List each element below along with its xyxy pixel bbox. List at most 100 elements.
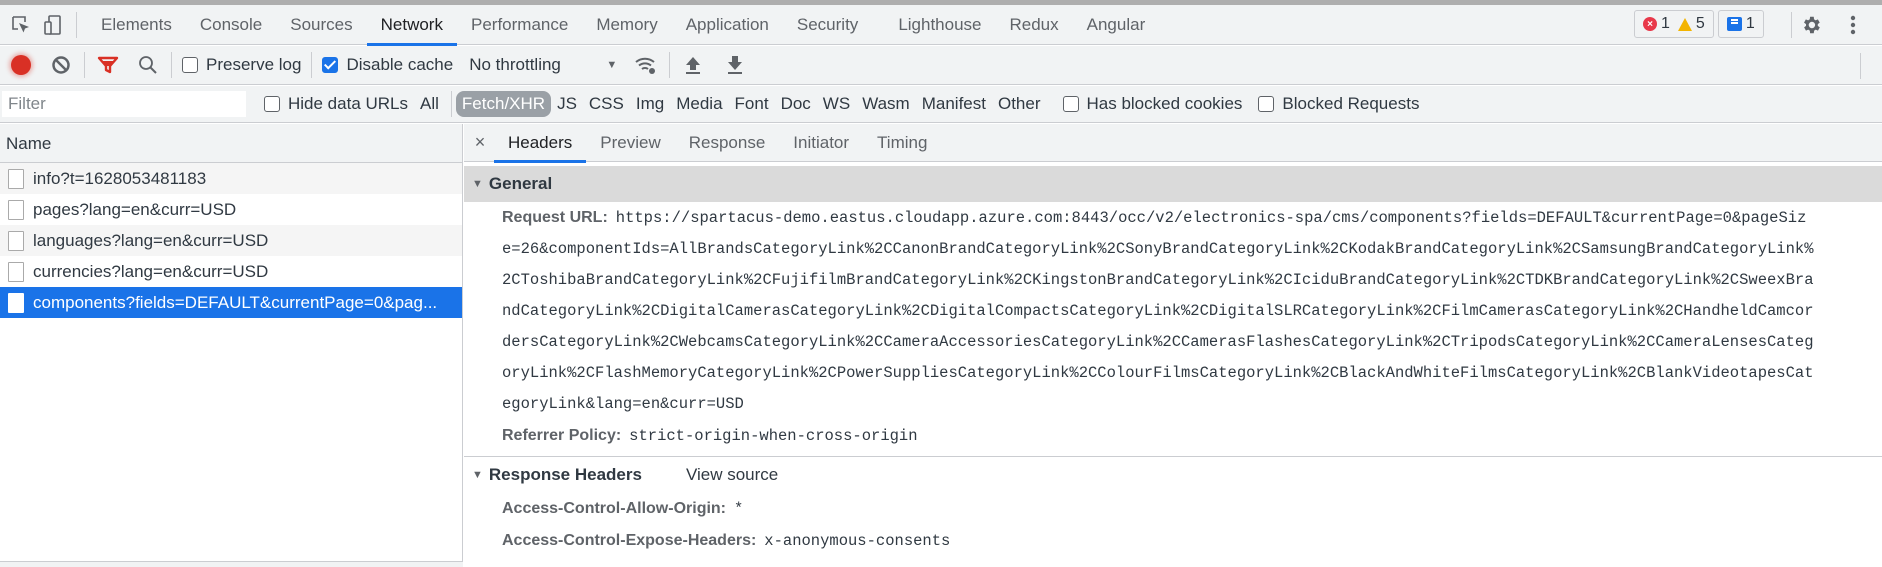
header-value: x-anonymous-consents (764, 532, 951, 550)
clear-icon (52, 56, 70, 74)
filter-type-font[interactable]: Font (729, 91, 775, 117)
request-url-label: Request URL: (502, 209, 608, 226)
issues-counter-button[interactable]: × 1 5 (1634, 10, 1714, 38)
filter-type-media[interactable]: Media (670, 91, 728, 117)
close-details-icon[interactable]: × (466, 132, 494, 153)
upload-icon (686, 57, 701, 74)
response-headers-section-header[interactable]: ▼ Response Headers View source (464, 457, 1882, 493)
details-tabs: × Headers Preview Response Initiator Tim… (464, 124, 1882, 163)
disable-cache-checkbox[interactable]: Disable cache (322, 55, 453, 75)
has-blocked-cookies-check[interactable] (1062, 96, 1079, 112)
request-url-line: e=26&componentIds=AllBrandsCategoryLink%… (502, 240, 1814, 258)
request-row[interactable]: languages?lang=en&curr=USD (0, 225, 462, 256)
filter-type-all[interactable]: All (414, 91, 445, 117)
messages-counter-button[interactable]: 1 (1717, 10, 1764, 38)
separator (1860, 53, 1861, 79)
tab-performance[interactable]: Performance (457, 5, 582, 45)
filter-toggle-button[interactable] (95, 52, 121, 78)
preserve-log-checkbox[interactable]: Preserve log (182, 55, 301, 75)
request-row[interactable]: pages?lang=en&curr=USD (0, 194, 462, 225)
referrer-policy-label: Referrer Policy: (502, 427, 622, 444)
tab-application[interactable]: Application (672, 5, 783, 45)
filter-type-fetch-xhr[interactable]: Fetch/XHR (455, 91, 552, 117)
network-toolbar: Preserve log Disable cache No throttling… (0, 46, 1882, 85)
tab-network[interactable]: Network (366, 5, 458, 46)
clear-button[interactable] (48, 52, 74, 78)
hide-data-urls-checkbox[interactable]: Hide data URLs (264, 94, 408, 114)
device-toolbar-icon[interactable] (40, 12, 66, 38)
status-bar (0, 561, 463, 567)
filter-type-doc[interactable]: Doc (775, 91, 817, 117)
separator (311, 52, 313, 78)
hide-data-urls-check[interactable] (264, 96, 280, 112)
blocked-requests-checkbox[interactable]: Blocked Requests (1258, 94, 1419, 114)
general-section-header[interactable]: ▼ General (464, 166, 1882, 202)
file-icon (8, 261, 24, 282)
request-url-value: https://spartacus-demo.eastus.cloudapp.a… (615, 209, 1807, 227)
filter-type-wasm[interactable]: Wasm (856, 91, 916, 117)
settings-gear-icon[interactable] (1798, 12, 1824, 38)
request-details: × Headers Preview Response Initiator Tim… (464, 124, 1882, 567)
tab-redux[interactable]: Redux (996, 5, 1073, 45)
response-headers-title: Response Headers (488, 465, 642, 484)
filter-type-css[interactable]: CSS (583, 91, 630, 117)
tab-angular[interactable]: Angular (1073, 5, 1160, 45)
tab-security[interactable]: Security (783, 5, 872, 45)
throttling-select[interactable]: No throttling ▼ (469, 55, 617, 75)
file-icon (8, 168, 24, 189)
dropdown-arrow-icon: ▼ (606, 59, 618, 71)
filter-funnel-icon (97, 56, 119, 74)
tab-lighthouse[interactable]: Lighthouse (884, 5, 995, 45)
has-blocked-cookies-checkbox[interactable]: Has blocked cookies (1062, 94, 1243, 114)
response-header-row: Access-Control-Allow-Origin: * (464, 493, 1882, 525)
request-list: Name info?t=1628053481183 pages?lang=en&… (0, 124, 463, 567)
view-source-link[interactable]: View source (686, 465, 778, 485)
more-options-icon[interactable] (1840, 12, 1866, 38)
tab-response[interactable]: Response (675, 124, 780, 162)
general-title: General (488, 174, 553, 193)
search-button[interactable] (135, 52, 161, 78)
tab-initiator[interactable]: Initiator (779, 124, 863, 162)
request-row[interactable]: currencies?lang=en&curr=USD (0, 256, 462, 287)
warning-count: 5 (1695, 15, 1705, 32)
response-header-row: Access-Control-Expose-Headers: x-anonymou… (464, 525, 1882, 557)
export-har-button[interactable] (722, 52, 748, 78)
request-url-line: egoryLink&lang=en&curr=USD (502, 395, 744, 413)
request-name: languages?lang=en&curr=USD (33, 230, 269, 250)
separator (450, 91, 452, 117)
import-har-button[interactable] (680, 52, 706, 78)
tab-preview[interactable]: Preview (586, 124, 674, 162)
tab-elements[interactable]: Elements (87, 5, 186, 45)
request-name: info?t=1628053481183 (33, 168, 207, 188)
filter-type-ws[interactable]: WS (817, 91, 856, 117)
filter-input[interactable] (2, 91, 246, 117)
request-row[interactable]: info?t=1628053481183 (0, 163, 462, 194)
filter-type-js[interactable]: JS (551, 91, 583, 117)
wifi-settings-icon (635, 57, 656, 74)
filter-type-manifest[interactable]: Manifest (916, 91, 992, 117)
referrer-policy-value: strict-origin-when-cross-origin (629, 427, 918, 445)
preserve-log-check[interactable] (182, 57, 198, 73)
separator (76, 11, 77, 38)
expand-arrow-icon: ▼ (472, 469, 483, 481)
disable-cache-check[interactable] (322, 57, 339, 73)
request-row-selected[interactable]: components?fields=DEFAULT&currentPage=0&… (0, 287, 462, 318)
tab-timing[interactable]: Timing (863, 124, 941, 162)
separator (1791, 12, 1792, 38)
request-url-line: dersCategoryLink%2CWebcamsCategoryLink%2… (502, 333, 1814, 351)
tab-sources[interactable]: Sources (276, 5, 366, 45)
filter-type-img[interactable]: Img (630, 91, 670, 117)
name-column-header[interactable]: Name (0, 124, 462, 163)
blocked-requests-check[interactable] (1258, 96, 1275, 112)
header-key: Access-Control-Expose-Headers: (502, 532, 757, 549)
has-blocked-cookies-label: Has blocked cookies (1086, 94, 1243, 113)
tab-headers[interactable]: Headers (494, 124, 587, 163)
warning-icon (1677, 17, 1692, 31)
tab-memory[interactable]: Memory (582, 5, 671, 45)
tab-console[interactable]: Console (186, 5, 276, 45)
record-button[interactable] (8, 52, 34, 78)
request-name: components?fields=DEFAULT&currentPage=0&… (33, 292, 438, 312)
network-conditions-button[interactable] (633, 52, 659, 78)
filter-type-other[interactable]: Other (992, 91, 1047, 117)
inspect-element-icon[interactable] (8, 12, 34, 38)
